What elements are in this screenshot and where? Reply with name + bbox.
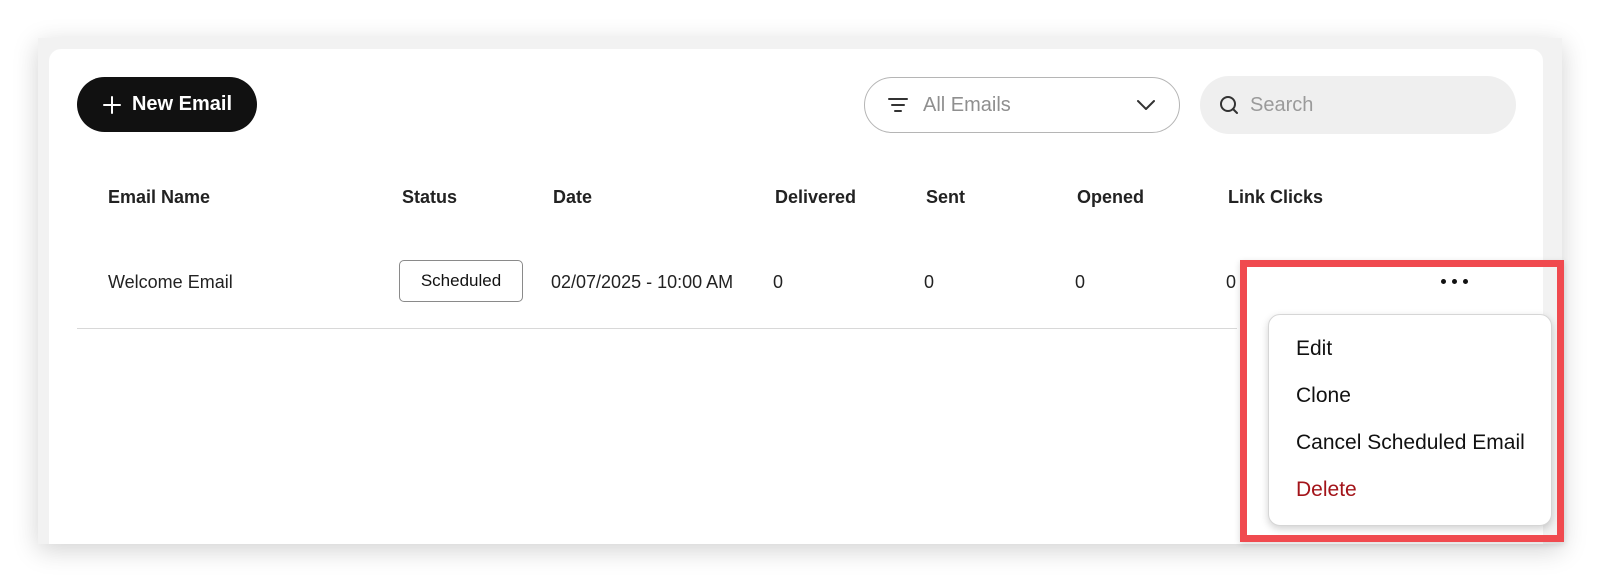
column-header-status[interactable]: Status — [402, 187, 457, 208]
column-header-sent[interactable]: Sent — [926, 187, 965, 208]
status-badge: Scheduled — [399, 260, 523, 302]
column-header-link-clicks[interactable]: Link Clicks — [1228, 187, 1323, 208]
menu-item-delete[interactable]: Delete — [1269, 466, 1551, 513]
row-actions-menu: Edit Clone Cancel Scheduled Email Delete — [1268, 314, 1552, 526]
link-clicks-cell: 0 — [1226, 272, 1237, 292]
chevron-down-icon — [1135, 94, 1157, 116]
more-horizontal-icon[interactable] — [1432, 270, 1476, 292]
search-input[interactable] — [1250, 93, 1515, 117]
menu-item-cancel-scheduled[interactable]: Cancel Scheduled Email — [1269, 419, 1551, 466]
sent-cell: 0 — [924, 272, 935, 292]
filter-value: All Emails — [923, 93, 1011, 116]
email-name-cell[interactable]: Welcome Email — [108, 272, 233, 293]
search-icon — [1218, 94, 1240, 116]
new-email-label: New Email — [131, 93, 233, 115]
delivered-cell: 0 — [773, 272, 784, 292]
column-header-date[interactable]: Date — [553, 187, 592, 208]
menu-item-edit[interactable]: Edit — [1269, 325, 1551, 372]
column-header-delivered[interactable]: Delivered — [775, 187, 856, 208]
plus-icon — [102, 95, 122, 115]
opened-cell: 0 — [1075, 272, 1086, 292]
filter-icon — [887, 94, 909, 116]
menu-item-clone[interactable]: Clone — [1269, 372, 1551, 419]
new-email-button[interactable]: New Email — [77, 77, 257, 132]
column-header-email-name[interactable]: Email Name — [108, 187, 210, 208]
date-cell: 02/07/2025 - 10:00 AM — [551, 272, 734, 292]
email-filter-select[interactable]: All Emails — [864, 77, 1180, 133]
column-header-opened[interactable]: Opened — [1077, 187, 1144, 208]
row-divider — [77, 328, 1237, 329]
search-box — [1200, 76, 1516, 134]
